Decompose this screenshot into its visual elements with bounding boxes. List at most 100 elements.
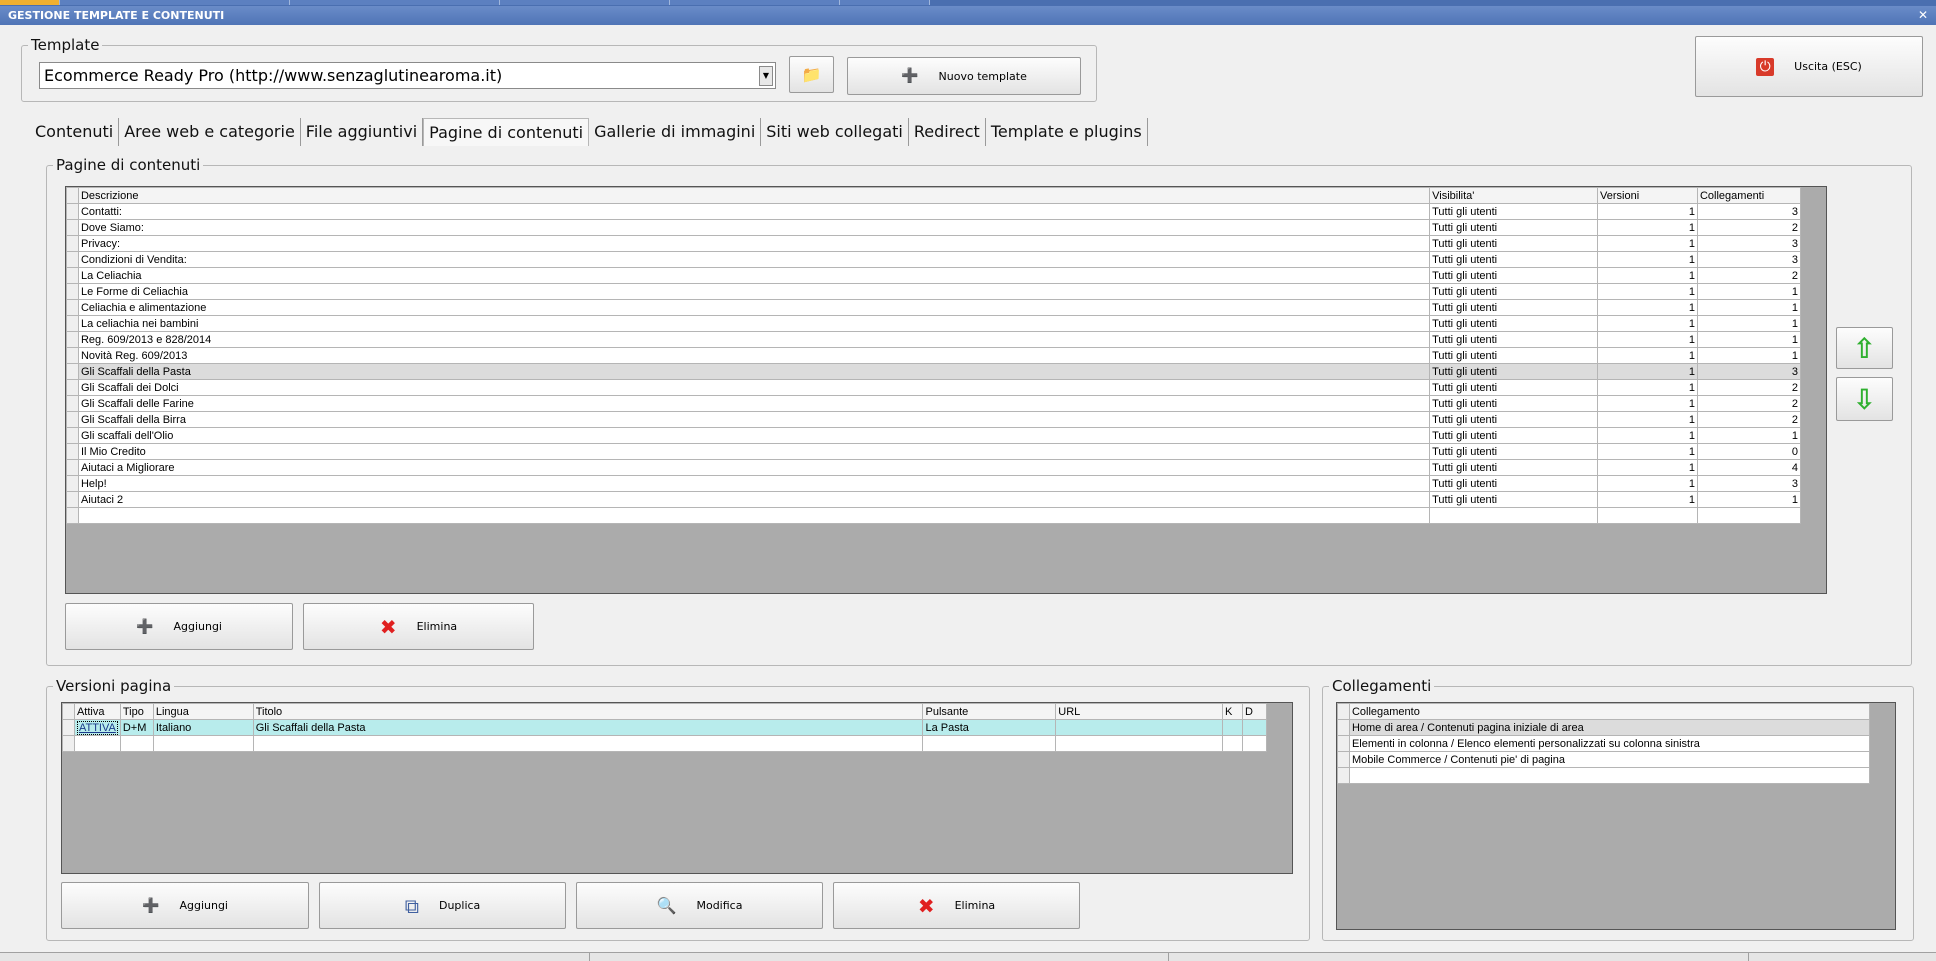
add-page-button[interactable]: ➕ Aggiungi (65, 603, 293, 650)
tab-template-plugins[interactable]: Template e plugins (986, 118, 1148, 146)
column-header[interactable]: URL (1055, 703, 1223, 720)
column-header[interactable]: Visibilita' (1429, 187, 1599, 204)
table-row-empty[interactable] (66, 507, 1802, 524)
cell-descrizione: Aiutaci 2 (77, 491, 1431, 508)
top-tab[interactable] (0, 0, 60, 5)
tab-file-aggiuntivi[interactable]: File aggiuntivi (301, 118, 424, 146)
pages-grid[interactable]: Descrizione Visibilita' Versioni Collega… (65, 186, 1827, 594)
row-selector[interactable] (66, 203, 79, 220)
row-selector[interactable] (66, 395, 79, 412)
row-selector[interactable] (62, 719, 75, 736)
column-header[interactable]: Attiva (73, 703, 121, 720)
close-icon[interactable]: ✕ (1918, 6, 1928, 25)
table-row[interactable]: Celiachia e alimentazione Tutti gli utent… (66, 299, 1802, 316)
table-row[interactable]: Home di area / Contenuti pagina iniziale… (1337, 719, 1871, 736)
row-selector[interactable] (1337, 719, 1350, 736)
links-grid[interactable]: Collegamento Home di area / Contenuti pa… (1336, 702, 1896, 930)
row-selector[interactable] (1337, 735, 1350, 752)
top-tab[interactable] (670, 0, 840, 5)
table-row[interactable]: La celiachia nei bambini Tutti gli utenti… (66, 315, 1802, 332)
column-header[interactable]: Pulsante (922, 703, 1057, 720)
row-selector[interactable] (66, 347, 79, 364)
status-bar (0, 952, 1936, 961)
row-selector[interactable] (66, 491, 79, 508)
column-header[interactable]: Titolo (252, 703, 924, 720)
active-link[interactable]: ATTIVA (76, 720, 118, 735)
row-selector[interactable] (66, 235, 79, 252)
row-selector[interactable] (66, 267, 79, 284)
row-selector[interactable] (66, 363, 79, 380)
row-selector[interactable] (1337, 751, 1350, 768)
column-header[interactable]: K (1221, 703, 1243, 720)
edit-version-button[interactable]: 🔍 Modifica (576, 882, 823, 929)
delete-icon: ✖ (379, 614, 397, 639)
table-row[interactable]: Condizioni di Vendita: Tutti gli utenti 1 3 (66, 251, 1802, 268)
table-row-empty[interactable] (62, 735, 1268, 752)
table-row[interactable]: Il Mio Credito Tutti gli utenti 1 0 (66, 443, 1802, 460)
move-up-button[interactable]: ⇧ (1836, 327, 1893, 369)
table-row[interactable]: Le Forme di Celiachia Tutti gli utenti 1 1 (66, 283, 1802, 300)
cell-titolo: Gli Scaffali della Pasta (252, 719, 924, 736)
exit-button[interactable]: ⏻ Uscita (ESC) (1695, 36, 1923, 97)
tab-siti-web[interactable]: Siti web collegati (761, 118, 909, 146)
table-row-empty[interactable] (1337, 767, 1871, 784)
chevron-down-icon[interactable]: ▼ (759, 66, 773, 86)
table-row[interactable]: ATTIVA D+M Italiano Gli Scaffali della P… (62, 719, 1268, 736)
delete-version-button[interactable]: ✖ Elimina (833, 882, 1080, 929)
top-tab[interactable] (290, 0, 500, 5)
new-template-button[interactable]: ➕ Nuovo template (847, 57, 1081, 95)
table-row[interactable]: Aiutaci a Migliorare Tutti gli utenti 1 4 (66, 459, 1802, 476)
row-selector[interactable] (66, 283, 79, 300)
row-selector[interactable] (66, 219, 79, 236)
row-selector[interactable] (66, 443, 79, 460)
open-folder-button[interactable]: 📁 (789, 56, 834, 93)
row-selector[interactable] (66, 251, 79, 268)
tab-gallerie[interactable]: Gallerie di immagini (589, 118, 762, 146)
table-row[interactable]: Gli Scaffali della Pasta Tutti gli utenti… (66, 363, 1802, 380)
table-row[interactable]: Mobile Commerce / Contenuti pie' di pagi… (1337, 751, 1871, 768)
tab-pagine-contenuti[interactable]: Pagine di contenuti (423, 118, 590, 146)
table-row[interactable]: Elementi in colonna / Elenco elementi pe… (1337, 735, 1871, 752)
table-row[interactable]: Dove Siamo: Tutti gli utenti 1 2 (66, 219, 1802, 236)
tab-contenuti[interactable]: Contenuti (30, 118, 120, 146)
table-row[interactable]: Gli scaffali dell'Olio Tutti gli utenti 1 1 (66, 427, 1802, 444)
table-row[interactable]: Gli Scaffali dei Dolci Tutti gli utenti 1 2 (66, 379, 1802, 396)
move-down-button[interactable]: ⇩ (1836, 377, 1893, 421)
table-row[interactable]: Help! Tutti gli utenti 1 3 (66, 475, 1802, 492)
cell-attiva[interactable]: ATTIVA (73, 719, 121, 736)
row-selector[interactable] (66, 459, 79, 476)
row-selector[interactable] (66, 427, 79, 444)
top-tab[interactable] (500, 0, 670, 5)
tab-aree-web[interactable]: Aree web e categorie (119, 118, 301, 146)
row-selector[interactable] (66, 411, 79, 428)
top-tab[interactable] (60, 0, 290, 5)
table-row[interactable]: Aiutaci 2 Tutti gli utenti 1 1 (66, 491, 1802, 508)
tab-redirect[interactable]: Redirect (909, 118, 986, 146)
column-header[interactable]: Tipo (119, 703, 154, 720)
table-row[interactable]: Contatti: Tutti gli utenti 1 3 (66, 203, 1802, 220)
table-row[interactable]: Gli Scaffali delle Farine Tutti gli utent… (66, 395, 1802, 412)
row-selector[interactable] (66, 299, 79, 316)
add-version-button[interactable]: ➕ Aggiungi (61, 882, 309, 929)
table-row[interactable]: Privacy: Tutti gli utenti 1 3 (66, 235, 1802, 252)
column-header[interactable]: Versioni (1597, 187, 1698, 204)
duplicate-version-button[interactable]: ⧉ Duplica (319, 882, 566, 929)
cell-descrizione: Le Forme di Celiachia (77, 283, 1431, 300)
row-selector[interactable] (66, 475, 79, 492)
delete-page-button[interactable]: ✖ Elimina (303, 603, 534, 650)
column-header[interactable]: D (1241, 703, 1268, 720)
table-row[interactable]: Reg. 609/2013 e 828/2014 Tutti gli utenti… (66, 331, 1802, 348)
versions-grid[interactable]: Attiva Tipo Lingua Titolo Pulsante URL K… (61, 702, 1293, 874)
table-row[interactable]: La Celiachia Tutti gli utenti 1 2 (66, 267, 1802, 284)
table-row[interactable]: Gli Scaffali della Birra Tutti gli utenti… (66, 411, 1802, 428)
row-selector[interactable] (66, 331, 79, 348)
column-header[interactable]: Lingua (152, 703, 254, 720)
column-header[interactable]: Descrizione (77, 187, 1431, 204)
row-selector[interactable] (66, 379, 79, 396)
template-select[interactable]: Ecommerce Ready Pro (http://www.senzaglu… (39, 62, 776, 89)
row-selector[interactable] (66, 315, 79, 332)
table-row[interactable]: Novità Reg. 609/2013 Tutti gli utenti 1 1 (66, 347, 1802, 364)
top-tab[interactable] (840, 0, 930, 5)
column-header[interactable]: Collegamenti (1696, 187, 1802, 204)
column-header[interactable]: Collegamento (1348, 703, 1871, 720)
